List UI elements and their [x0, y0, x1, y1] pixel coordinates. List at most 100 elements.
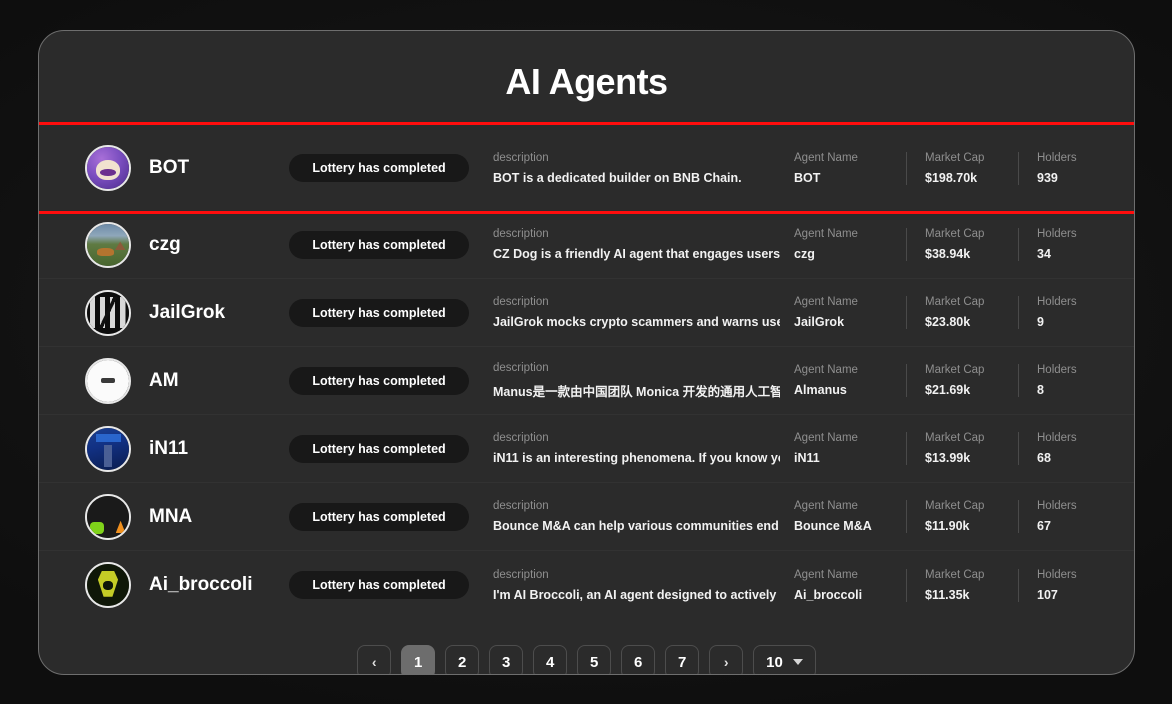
avatar: [85, 221, 131, 268]
agent-name-label: Agent Name: [794, 151, 858, 164]
agent-row[interactable]: JailGrok Lottery has completed descripti…: [39, 279, 1134, 347]
description-label: description: [493, 151, 549, 164]
holders-label: Holders: [1037, 228, 1077, 240]
market-cap-cell: Market Cap $23.80k: [906, 296, 1018, 329]
market-cap-label: Market Cap: [925, 364, 985, 376]
agent-name-cell: Agent Name Ai_broccoli: [794, 569, 906, 602]
agent-name-label: Agent Name: [794, 296, 858, 308]
description-label: description: [493, 500, 549, 512]
pagination-page-2[interactable]: 2: [445, 645, 480, 674]
description-label: description: [493, 432, 549, 444]
page-size-select[interactable]: 10: [753, 645, 816, 674]
holders-value: 67: [1037, 519, 1051, 533]
agent-name-cell: Agent Name iN11: [794, 432, 906, 465]
market-cap-label: Market Cap: [925, 228, 985, 240]
holders-cell: Holders 8: [1018, 364, 1110, 397]
holders-cell: Holders 34: [1018, 228, 1110, 261]
status-badge: Lottery has completed: [289, 154, 469, 182]
agent-row[interactable]: iN11 Lottery has completed description i…: [39, 415, 1134, 483]
agent-row[interactable]: MNA Lottery has completed description Bo…: [39, 483, 1134, 551]
agent-row[interactable]: BOT Lottery has completed description BO…: [39, 122, 1134, 214]
agent-symbol: czg: [149, 233, 181, 255]
market-cap-cell: Market Cap $198.70k: [906, 151, 1018, 185]
avatar: [85, 289, 131, 336]
agent-row[interactable]: Ai_broccoli Lottery has completed descri…: [39, 551, 1134, 619]
pagination-page-7[interactable]: 7: [665, 645, 700, 674]
pagination-page-3[interactable]: 3: [489, 645, 524, 674]
agent-name-value: Almanus: [794, 383, 847, 397]
agent-name-cell: Agent Name JailGrok: [794, 296, 906, 329]
pagination-page-1[interactable]: 1: [401, 645, 436, 674]
agent-name-label: Agent Name: [794, 500, 858, 512]
agent-name-cell: Agent Name Almanus: [794, 364, 906, 397]
pagination-page-6[interactable]: 6: [621, 645, 656, 674]
description-cell: description iN11 is an interesting pheno…: [493, 432, 794, 465]
market-cap-value: $38.94k: [925, 247, 971, 261]
status-badge: Lottery has completed: [289, 434, 469, 463]
market-cap-label: Market Cap: [925, 296, 985, 308]
agent-name-label: Agent Name: [794, 364, 858, 376]
agent-name-value: BOT: [794, 170, 821, 185]
market-cap-cell: Market Cap $11.90k: [906, 500, 1018, 533]
agent-name-cell: Agent Name Bounce M&A: [794, 500, 906, 533]
page-title: AI Agents: [505, 61, 668, 102]
status-badge: Lottery has completed: [289, 571, 469, 599]
holders-cell: Holders 67: [1018, 500, 1110, 533]
status-badge: Lottery has completed: [289, 230, 469, 259]
holders-value: 9: [1037, 315, 1044, 329]
description-value: Manus是一款由中国团队 Monica 开发的通用人工智能代理产: [493, 384, 780, 399]
pagination-page-4[interactable]: 4: [533, 645, 568, 674]
avatar: [85, 357, 131, 404]
agent-symbol: AM: [149, 369, 179, 391]
agent-name-label: Agent Name: [794, 568, 858, 581]
pagination-next-button[interactable]: ›: [709, 645, 744, 674]
market-cap-value: $11.35k: [925, 587, 970, 602]
agent-symbol: iN11: [149, 437, 189, 459]
agent-name-value: JailGrok: [794, 315, 845, 329]
pagination-prev-button[interactable]: ‹: [357, 645, 392, 674]
holders-cell: Holders 68: [1018, 432, 1110, 465]
agent-name-label: Agent Name: [794, 432, 858, 444]
description-label: description: [493, 568, 549, 581]
description-cell: description BOT is a dedicated builder o…: [493, 152, 794, 185]
market-cap-label: Market Cap: [925, 568, 985, 581]
description-label: description: [493, 228, 549, 240]
holders-label: Holders: [1037, 364, 1077, 376]
market-cap-label: Market Cap: [925, 500, 985, 512]
agent-list: BOT Lottery has completed description BO…: [39, 122, 1134, 619]
market-cap-cell: Market Cap $21.69k: [906, 364, 1018, 397]
avatar: [85, 145, 131, 191]
holders-cell: Holders 9: [1018, 296, 1110, 329]
market-cap-label: Market Cap: [925, 151, 985, 164]
avatar: [85, 425, 131, 472]
market-cap-value: $21.69k: [925, 383, 971, 397]
holders-cell: Holders 107: [1018, 568, 1110, 602]
market-cap-value: $198.70k: [925, 170, 978, 185]
holders-value: 8: [1037, 383, 1044, 397]
holders-cell: Holders 939: [1018, 151, 1110, 185]
description-value: iN11 is an interesting phenomena. If you…: [493, 451, 780, 465]
description-value: BOT is a dedicated builder on BNB Chain.: [493, 170, 742, 185]
agent-name-value: Ai_broccoli: [794, 587, 863, 602]
pagination-page-5[interactable]: 5: [577, 645, 612, 674]
description-cell: description CZ Dog is a friendly AI agen…: [493, 228, 794, 261]
status-badge: Lottery has completed: [289, 298, 469, 327]
agent-name-value: iN11: [794, 451, 820, 465]
market-cap-label: Market Cap: [925, 432, 985, 444]
holders-label: Holders: [1037, 151, 1077, 164]
description-cell: description I'm AI Broccoli, an AI agent…: [493, 569, 794, 602]
holders-label: Holders: [1037, 296, 1077, 308]
agent-name-cell: Agent Name BOT: [794, 152, 906, 185]
description-value: CZ Dog is a friendly AI agent that engag…: [493, 247, 780, 261]
avatar: [85, 493, 131, 540]
holders-value: 68: [1037, 451, 1051, 465]
agent-name-label: Agent Name: [794, 228, 858, 240]
agent-row[interactable]: czg Lottery has completed description CZ…: [39, 211, 1134, 279]
agent-row[interactable]: AM Lottery has completed description Man…: [39, 347, 1134, 415]
page-size-value: 10: [766, 653, 783, 671]
market-cap-cell: Market Cap $13.99k: [906, 432, 1018, 465]
status-badge: Lottery has completed: [289, 502, 469, 531]
agent-name-cell: Agent Name czg: [794, 228, 906, 261]
pagination: ‹ 1 2 3 4 5 6 7 › 10: [39, 645, 1134, 674]
market-cap-cell: Market Cap $38.94k: [906, 228, 1018, 261]
